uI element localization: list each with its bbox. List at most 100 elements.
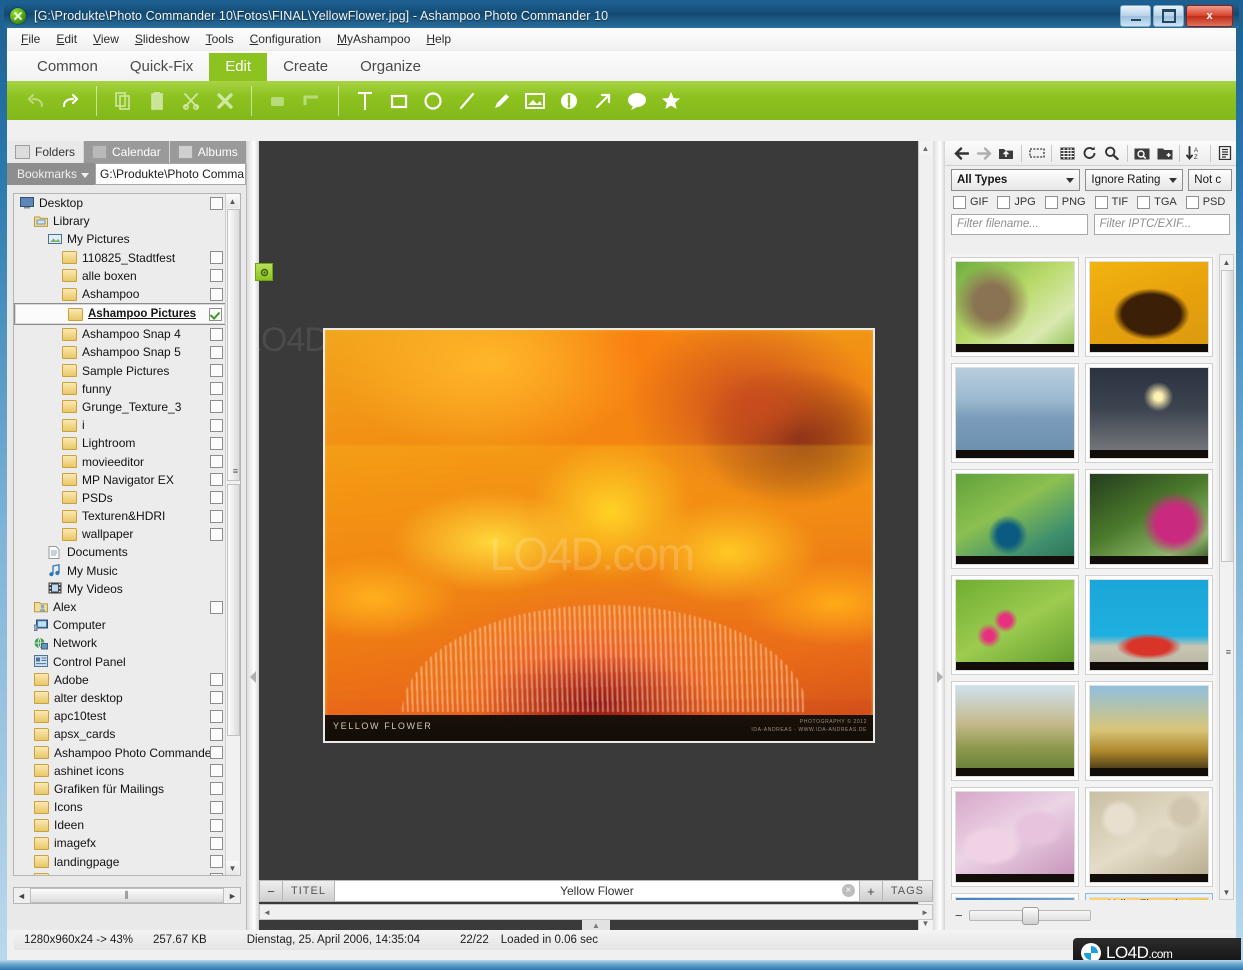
canvas-scroll-left-icon[interactable]: ◄ — [260, 905, 274, 919]
arrow-tool-icon[interactable] — [586, 86, 620, 116]
fill-icon[interactable] — [261, 86, 295, 116]
tree-item[interactable]: Ideen — [14, 816, 226, 834]
details-icon[interactable] — [1215, 142, 1236, 164]
tree-item-checkbox[interactable] — [210, 764, 223, 777]
sort-az-icon[interactable]: AZ — [1184, 142, 1205, 164]
right-splitter[interactable] — [933, 141, 945, 930]
ribbon-tab-edit[interactable]: Edit — [209, 53, 267, 81]
tree-item-checkbox[interactable] — [210, 400, 223, 413]
scroll-right-icon[interactable]: ► — [225, 888, 240, 903]
undo-icon[interactable] — [19, 86, 53, 116]
zoom-slider-handle[interactable] — [1022, 907, 1039, 925]
filetype-checkbox-jpg[interactable]: JPG — [997, 196, 1035, 209]
menu-item-tools[interactable]: Tools — [206, 32, 234, 46]
tree-item-checkbox[interactable] — [210, 782, 223, 795]
hscroll-thumb[interactable]: ⫼ — [30, 888, 224, 903]
image-tool-icon[interactable] — [518, 86, 552, 116]
tree-item-checkbox[interactable] — [210, 873, 223, 875]
tree-item[interactable]: Alex — [14, 598, 226, 616]
thumb-blossom-blue[interactable] — [951, 893, 1079, 900]
menu-item-slideshow[interactable]: Slideshow — [135, 32, 190, 46]
filetype-checkbox-gif[interactable]: GIF — [953, 196, 988, 209]
thumb-pink-bud[interactable] — [1085, 469, 1213, 569]
exclamation-tool-icon[interactable] — [552, 86, 586, 116]
new-folder-icon[interactable] — [1154, 142, 1175, 164]
tree-item-checkbox[interactable] — [210, 710, 223, 723]
canvas-horizontal-scrollbar[interactable]: ◄ ► — [259, 904, 933, 920]
thumbnail-scrollbar[interactable]: ▲ ≡ ▼ — [1219, 254, 1234, 900]
preview-image[interactable]: LO4D.com YELLOW FLOWER PHOTOGRAPHY © 201… — [323, 328, 875, 743]
left-tab-albums[interactable]: Albums — [170, 141, 247, 163]
tree-item[interactable]: Adobe — [14, 671, 226, 689]
tree-item-checkbox[interactable] — [210, 837, 223, 850]
tree-item[interactable]: Documents — [14, 543, 226, 561]
tree-item[interactable]: Ashampoo — [14, 285, 226, 303]
tree-item[interactable]: i — [14, 416, 226, 434]
redo-icon[interactable] — [53, 86, 87, 116]
tree-item[interactable]: Library — [14, 212, 226, 230]
tree-item-checkbox[interactable] — [210, 491, 223, 504]
tree-item-checkbox[interactable] — [210, 819, 223, 832]
right-splitter-collapse-icon[interactable] — [933, 665, 945, 689]
canvas-scroll-up-icon[interactable]: ▲ — [919, 141, 932, 155]
tree-item-checkbox[interactable] — [210, 364, 223, 377]
maximize-button[interactable] — [1153, 5, 1184, 27]
close-button[interactable]: x — [1186, 5, 1233, 27]
tree-item[interactable]: alle boxen — [14, 267, 226, 285]
tree-vertical-scrollbar[interactable]: ▲ ≡ ▼ — [225, 194, 240, 875]
tree-item[interactable]: MP Navigator EX — [14, 471, 226, 489]
ribbon-tab-organize[interactable]: Organize — [344, 53, 437, 81]
tree-item-checkbox[interactable] — [210, 801, 223, 814]
thumb-scroll-up-icon[interactable]: ▲ — [1220, 255, 1233, 269]
thumb-bird-green[interactable] — [951, 257, 1079, 357]
thumb-sunflower[interactable] — [1085, 257, 1213, 357]
tree-item-checkbox[interactable] — [210, 197, 223, 210]
tree-item[interactable]: Ashampoo Snap 5 — [14, 343, 226, 361]
scroll-thumb[interactable] — [227, 209, 240, 481]
thumb-night-street[interactable] — [1085, 363, 1213, 463]
title-input[interactable]: Yellow Flower × — [335, 880, 860, 902]
tree-item[interactable]: movieeditor — [14, 452, 226, 470]
thumb-peacock[interactable] — [951, 469, 1079, 569]
tree-item[interactable]: Ashampoo Snap 4 — [14, 325, 226, 343]
tree-item[interactable]: alter desktop — [14, 689, 226, 707]
filetype-checkbox-psd[interactable]: PSD — [1186, 196, 1226, 209]
zoom-slider[interactable] — [969, 910, 1091, 921]
tree-item[interactable]: 110825_Stadtfest — [14, 249, 226, 267]
tree-item-checkbox[interactable] — [210, 288, 223, 301]
tree-item[interactable]: Control Panel — [14, 653, 226, 671]
refresh-icon[interactable] — [1079, 142, 1100, 164]
menu-item-file[interactable]: File — [21, 32, 40, 46]
tree-item[interactable]: Desktop — [14, 194, 226, 212]
tree-item[interactable]: Icons — [14, 798, 226, 816]
tree-item-checkbox[interactable] — [210, 455, 223, 468]
tree-item[interactable]: Texturen&HDRI — [14, 507, 226, 525]
filetype-checkbox-tga[interactable]: TGA — [1137, 196, 1177, 209]
folder-tree[interactable]: DesktopLibraryMy Pictures110825_Stadtfes… — [13, 193, 241, 876]
scroll-down-icon[interactable]: ▼ — [226, 861, 239, 875]
delete-icon[interactable] — [208, 86, 242, 116]
crop-icon[interactable] — [295, 86, 329, 116]
scroll-thumb-lower[interactable] — [227, 484, 240, 736]
grid-view-icon[interactable] — [1056, 142, 1077, 164]
tree-item-checkbox[interactable] — [210, 691, 223, 704]
tree-item[interactable]: apsx_cards — [14, 725, 226, 743]
scroll-left-icon[interactable]: ◄ — [14, 888, 29, 903]
rectangle-tool-icon[interactable] — [382, 86, 416, 116]
search-icon[interactable] — [1101, 142, 1122, 164]
up-folder-icon[interactable] — [996, 142, 1017, 164]
bookmarks-button[interactable]: Bookmarks — [7, 167, 95, 181]
tree-item[interactable]: Network — [14, 634, 226, 652]
text-tool-icon[interactable] — [348, 86, 382, 116]
tree-item[interactable]: Computer — [14, 616, 226, 634]
tree-item-checkbox[interactable] — [210, 746, 223, 759]
tree-item-checkbox[interactable] — [210, 419, 223, 432]
thumb-pink-flower-grass[interactable] — [951, 575, 1079, 675]
filetype-checkbox-tif[interactable]: TIF — [1095, 196, 1129, 209]
zoom-out-button[interactable]: − — [955, 908, 963, 923]
thumb-yellow-flower[interactable]: YellowFlower.jpg05.04.2012 11:381280x960… — [1085, 893, 1213, 900]
tree-item[interactable]: My Music — [14, 562, 226, 580]
thumb-wheat-sunset[interactable] — [1085, 681, 1213, 781]
tree-item-checkbox[interactable] — [210, 510, 223, 523]
tree-item-checkbox[interactable] — [209, 308, 222, 321]
